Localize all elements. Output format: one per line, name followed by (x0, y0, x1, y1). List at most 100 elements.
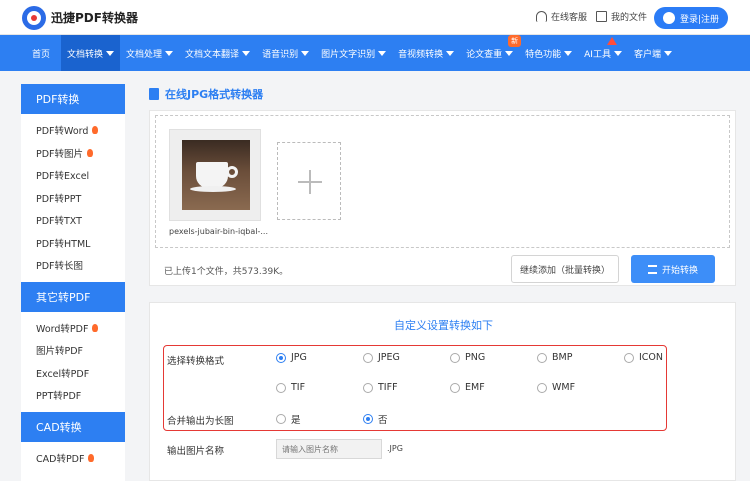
headset-icon (536, 11, 547, 22)
nav-item-label: 图片文字识别 (321, 49, 376, 60)
sidebar-item[interactable]: PDF转PPT (21, 187, 125, 210)
sidebar-item[interactable]: PPT转PDF (21, 384, 125, 407)
brand-logo-icon[interactable] (22, 6, 46, 30)
sidebar-item-label: PDF转HTML (36, 238, 91, 250)
add-file-button[interactable] (277, 142, 341, 220)
sidebar-item-label: Excel转PDF (36, 368, 90, 380)
options-highlight-box (163, 345, 667, 431)
chevron-down-icon (663, 50, 672, 56)
nav-item-label: 文档文本翻译 (185, 49, 240, 60)
nav-item[interactable]: 语音识别 (256, 35, 315, 71)
my-files-label: 我的文件 (611, 13, 648, 23)
format-radio-tif[interactable]: TIF (276, 382, 305, 393)
file-thumbnail (182, 140, 250, 210)
chevron-down-icon (378, 50, 387, 56)
sidebar-item[interactable]: PDF转Word (21, 119, 125, 142)
file-card[interactable] (169, 129, 261, 221)
format-radio-icon[interactable]: ICON (624, 352, 663, 363)
nav-item-label: AI工具 (584, 49, 611, 60)
support-label: 在线客服 (551, 13, 588, 23)
format-radio-png[interactable]: PNG (450, 352, 485, 363)
nav-item[interactable]: 文档文本翻译 (179, 35, 256, 71)
start-convert-button[interactable]: 开始转换 (631, 255, 715, 283)
upload-panel: pexels-jubair-bin-iqbal-... 已上传1个文件，共573… (149, 110, 736, 286)
radio-button-icon (537, 352, 547, 363)
radio-label: EMF (465, 382, 485, 393)
format-radio-bmp[interactable]: BMP (537, 352, 572, 363)
merge-radio-yes[interactable]: 是 (276, 412, 301, 426)
sidebar-section-title: PDF转换 (21, 84, 125, 114)
cup-handle-shape (226, 166, 238, 178)
output-name-input[interactable] (276, 439, 382, 459)
nav-item[interactable]: 论文查重新 (460, 35, 522, 71)
sidebar-item-label: PDF转长图 (36, 261, 84, 273)
nav-item-label: 客户端 (633, 49, 661, 60)
nav-item[interactable]: 客户端 (628, 35, 678, 71)
sidebar-item[interactable]: PDF转HTML (21, 232, 125, 255)
merge-radio-no[interactable]: 否 (363, 412, 388, 426)
chevron-down-icon (505, 50, 514, 56)
nav-item-label: 特色功能 (525, 49, 562, 60)
file-name: pexels-jubair-bin-iqbal-... (169, 227, 268, 236)
sidebar-item[interactable]: Excel转PDF (21, 362, 125, 385)
settings-title: 自定义设置转换如下 (394, 319, 493, 332)
radio-button-icon (450, 382, 460, 393)
page-title: 在线JPG格式转换器 (149, 86, 263, 102)
radio-label: PNG (465, 352, 486, 363)
format-label: 选择转换格式 (167, 356, 225, 367)
format-radio-emf[interactable]: EMF (450, 382, 485, 393)
alert-icon (607, 37, 618, 45)
radio-button-icon (363, 352, 373, 363)
nav-item[interactable]: 音视频转换 (392, 35, 460, 71)
nav-item[interactable]: AI工具 (578, 35, 628, 71)
output-extension: .JPG (387, 444, 403, 453)
radio-button-icon (363, 382, 373, 393)
upload-dropzone[interactable]: pexels-jubair-bin-iqbal-... (155, 115, 730, 248)
sidebar-item[interactable]: Word转PDF (21, 317, 125, 340)
radio-label: BMP (552, 352, 573, 363)
radio-button-icon (624, 352, 634, 363)
sidebar-list: PDF转Word PDF转图片 PDF转Excel PDF转PPT PDF转TXT PDF… (21, 114, 125, 282)
sidebar-item[interactable]: PDF转TXT (21, 209, 125, 232)
nav-item[interactable]: 特色功能 (519, 35, 578, 71)
chevron-down-icon (242, 50, 251, 56)
main-nav: 首页 文档转换 文档处理 文档文本翻译 语音识别 图片文字识别 音视频转换 论文查重新特色功能… (0, 35, 750, 71)
merge-label: 合并输出为长图 (167, 416, 234, 427)
sidebar-item[interactable]: CAD转PDF (21, 447, 125, 470)
nav-item[interactable]: 首页 (0, 35, 61, 71)
radio-label: TIF (291, 382, 306, 393)
settings-panel: 自定义设置转换如下 选择转换格式 合并输出为长图 输出图片名称 .JPG JPG… (149, 302, 736, 481)
sidebar-item-label: PDF转Word (36, 126, 89, 138)
sidebar-item[interactable]: PDF转图片 (21, 142, 125, 165)
document-icon (149, 88, 159, 100)
fire-icon (87, 148, 94, 157)
nav-item-label: 音视频转换 (398, 49, 444, 60)
login-button[interactable]: 登录|注册 (654, 7, 728, 29)
nav-item[interactable]: 文档转换 (61, 35, 121, 71)
sidebar: PDF转换 PDF转Word PDF转图片 PDF转Excel PDF转PPT PDF转T… (21, 84, 125, 481)
radio-label: 是 (291, 415, 301, 426)
my-files-link[interactable]: 我的文件 (596, 10, 647, 23)
sidebar-item-label: PPT转PDF (36, 391, 82, 403)
format-radio-jpeg[interactable]: JPEG (363, 352, 400, 363)
sidebar-section-title: 其它转PDF (21, 281, 125, 312)
format-radio-wmf[interactable]: WMF (537, 382, 575, 393)
support-link[interactable]: 在线客服 (536, 10, 587, 23)
brand-name[interactable]: 迅捷PDF转换器 (51, 9, 138, 26)
sidebar-item[interactable]: 图片转PDF (21, 339, 125, 362)
radio-button-icon (276, 414, 286, 424)
radio-label: JPEG (378, 352, 400, 363)
format-radio-tiff[interactable]: TIFF (363, 382, 398, 393)
nav-item[interactable]: 文档处理 (120, 35, 179, 71)
continue-add-button[interactable]: 继续添加（批量转换） (511, 255, 619, 283)
nav-item-label: 语音识别 (262, 49, 299, 60)
sidebar-item[interactable]: PDF转长图 (21, 254, 125, 277)
sidebar-item-label: PDF转TXT (36, 216, 82, 228)
login-label: 登录|注册 (679, 14, 720, 25)
sidebar-item[interactable]: PDF转Excel (21, 164, 125, 187)
output-name-label: 输出图片名称 (167, 446, 225, 457)
nav-item[interactable]: 图片文字识别 (315, 35, 392, 71)
format-radio-jpg[interactable]: JPG (276, 352, 307, 363)
sidebar-list: Word转PDF 图片转PDF Excel转PDF PPT转PDF (21, 312, 125, 412)
chevron-down-icon (564, 50, 573, 56)
